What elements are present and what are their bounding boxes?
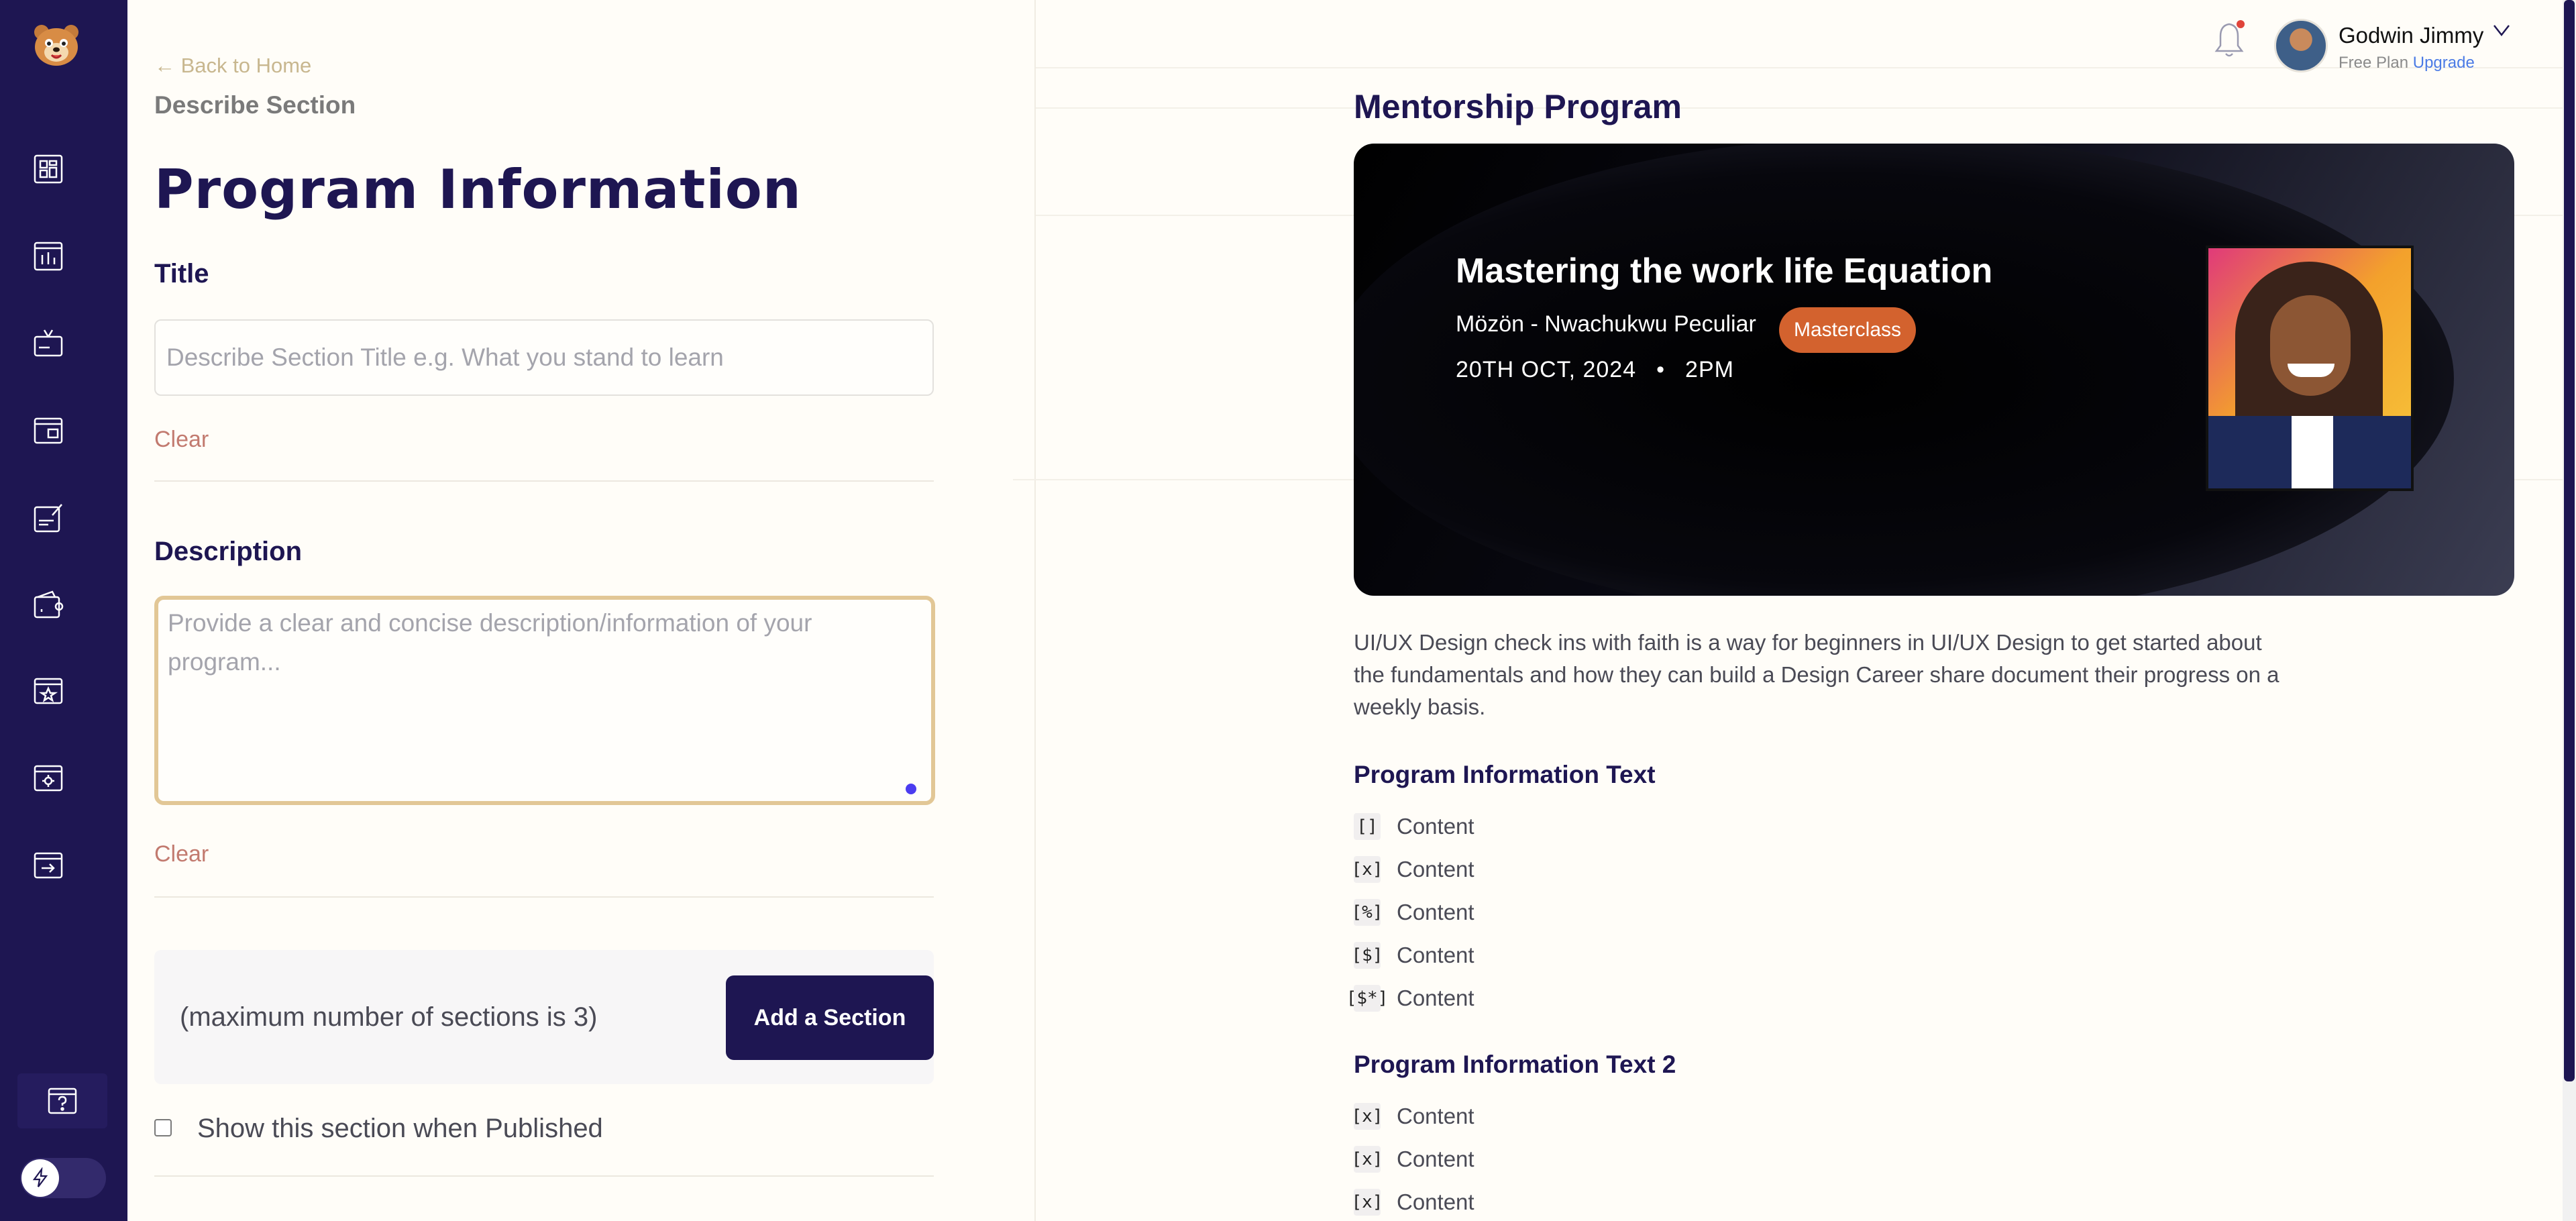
preview-program-title: Mentorship Program <box>1354 88 1682 125</box>
photo-jacket <box>2208 416 2411 488</box>
list-item: [x] Content <box>1352 1189 1474 1216</box>
item-tag: [%] <box>1352 899 1383 926</box>
guideline <box>1036 107 2563 109</box>
nav-item-media[interactable] <box>31 326 66 361</box>
list-item: [%] Content <box>1352 899 1474 926</box>
sections-limit-note: (maximum number of sections is 3) <box>180 1002 598 1032</box>
program-banner: Mastering the work life Equation Mözön -… <box>1354 144 2514 596</box>
wallet-icon <box>34 590 64 619</box>
item-text: Content <box>1397 857 1474 882</box>
user-name[interactable]: Godwin Jimmy <box>2339 23 2483 48</box>
description-label: Description <box>154 537 303 566</box>
banner-time: 2PM <box>1685 357 1734 382</box>
date-separator: • <box>1656 357 1666 382</box>
item-text: Content <box>1397 900 1474 924</box>
info-section-heading: Program Information Text <box>1354 761 1656 788</box>
title-input[interactable] <box>154 319 934 396</box>
page-title: Program Information <box>154 158 802 221</box>
list-item: [x] Content <box>1352 856 1474 883</box>
item-tag: [$*] <box>1346 985 1388 1012</box>
banner-date: 20TH OCT, 2024 <box>1456 357 1637 382</box>
edit-document-icon <box>34 504 62 533</box>
divider <box>154 480 934 482</box>
layout-icon <box>34 417 63 444</box>
chevron-down-icon[interactable] <box>2491 20 2512 40</box>
photo-smile <box>2288 364 2334 377</box>
nav-item-wallet[interactable] <box>31 588 66 623</box>
nav-item-logout[interactable] <box>31 848 66 883</box>
section-caption: Describe Section <box>154 91 356 119</box>
list-item: [$] Content <box>1352 942 1474 969</box>
item-tag: [x] <box>1352 856 1383 883</box>
masterclass-badge: Masterclass <box>1779 307 1917 353</box>
item-tag: [] <box>1354 813 1381 840</box>
resize-handle[interactable] <box>906 784 916 794</box>
clear-title-link[interactable]: Clear <box>154 427 209 453</box>
preview-description: UI/UX Design check ins with faith is a w… <box>1354 630 2279 719</box>
item-tag: [x] <box>1352 1146 1383 1173</box>
item-text: Content <box>1397 1104 1474 1128</box>
nav-item-dashboard[interactable] <box>31 152 66 187</box>
info-section-heading: Program Information Text 2 <box>1354 1051 1676 1078</box>
nav-item-favorites[interactable] <box>31 674 66 708</box>
settings-icon <box>34 765 63 792</box>
divider <box>154 1175 934 1177</box>
plan-status: Free Plan Upgrade <box>2339 54 2475 72</box>
clear-description-link[interactable]: Clear <box>154 841 209 867</box>
item-tag: [$] <box>1352 942 1383 969</box>
logout-icon <box>34 852 63 879</box>
list-item: [x] Content <box>1352 1103 1474 1130</box>
item-text: Content <box>1397 943 1474 967</box>
notification-bell-icon[interactable] <box>2207 17 2251 62</box>
user-avatar[interactable] <box>2274 19 2328 72</box>
show-when-published-label: Show this section when Published <box>197 1114 603 1143</box>
divider <box>154 896 934 898</box>
guideline <box>1036 67 2563 68</box>
scrollbar-thumb[interactable] <box>2564 0 2575 1081</box>
nav-item-analytics[interactable] <box>31 239 66 274</box>
item-tag: [x] <box>1352 1103 1383 1130</box>
banner-author: Mözön - Nwachukwu Peculiar <box>1456 311 1756 337</box>
question-icon <box>48 1087 77 1114</box>
bear-logo-icon[interactable] <box>30 23 83 67</box>
item-text: Content <box>1397 1147 1474 1171</box>
nav-item-edit-document[interactable] <box>31 500 66 535</box>
item-text: Content <box>1397 1189 1474 1214</box>
nav-item-layout[interactable] <box>31 413 66 448</box>
speaker-photo <box>2206 246 2414 491</box>
add-section-panel: (maximum number of sections is 3) Add a … <box>154 950 934 1084</box>
title-label: Title <box>154 259 209 288</box>
lightning-icon <box>32 1167 48 1187</box>
plan-name: Free Plan <box>2339 54 2409 72</box>
photo-face <box>2270 295 2351 396</box>
list-item: [] Content <box>1354 813 1474 840</box>
description-textarea[interactable] <box>154 596 935 805</box>
banner-title: Mastering the work life Equation <box>1456 252 1993 290</box>
help-button[interactable] <box>17 1073 107 1128</box>
upgrade-link[interactable]: Upgrade <box>2413 54 2475 72</box>
item-text: Content <box>1397 986 1474 1010</box>
add-section-button[interactable]: Add a Section <box>726 975 934 1060</box>
list-item: [x] Content <box>1352 1146 1474 1173</box>
toggle-knob <box>21 1159 59 1197</box>
favorites-icon <box>34 678 63 704</box>
media-icon <box>34 329 63 357</box>
section-editor: ← Back to Home Describe Section Program … <box>127 0 1036 1221</box>
item-text: Content <box>1397 814 1474 839</box>
analytics-icon <box>34 242 63 271</box>
theme-toggle[interactable] <box>20 1158 106 1198</box>
show-when-published-checkbox[interactable] <box>154 1119 172 1136</box>
item-tag: [x] <box>1352 1189 1383 1216</box>
dashboard-icon <box>34 154 63 184</box>
nav-item-settings[interactable] <box>31 761 66 796</box>
list-item: [$*] Content <box>1346 985 1474 1012</box>
banner-date-time: 20TH OCT, 2024 • 2PM <box>1456 357 1734 383</box>
sidebar <box>0 0 127 1221</box>
back-to-home-link[interactable]: ← Back to Home <box>154 54 311 78</box>
notification-dot <box>2237 20 2245 28</box>
